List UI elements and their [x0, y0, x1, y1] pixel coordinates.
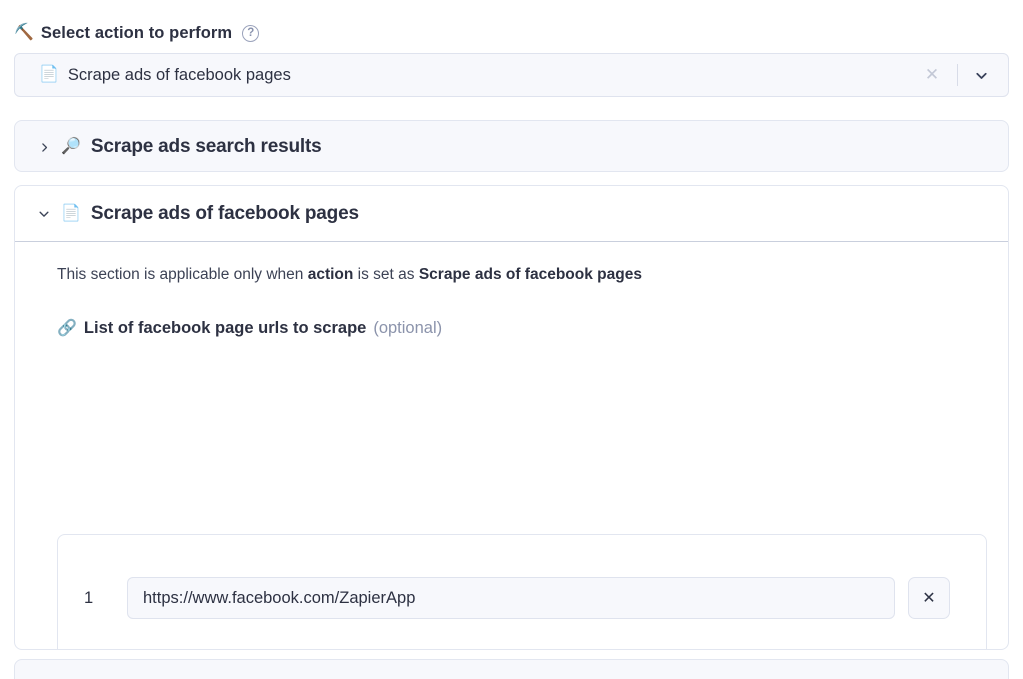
page-title: Select action to perform — [41, 24, 232, 43]
applicable-note: This section is applicable only when act… — [15, 264, 1008, 286]
section-title: Scrape ads of facebook pages — [91, 203, 359, 225]
action-select-controls: ✕ — [917, 64, 1008, 86]
action-select-value[interactable]: 📄 Scrape ads of facebook pages — [15, 66, 917, 85]
document-icon: 📄 — [61, 206, 81, 222]
action-select-value-text: Scrape ads of facebook pages — [68, 66, 291, 85]
list-field-label: List of facebook page urls to scrape — [84, 319, 366, 338]
pick-icon: ⛏️ — [14, 25, 34, 41]
note-bold-value: Scrape ads of facebook pages — [419, 266, 642, 283]
document-icon: 📄 — [39, 67, 59, 83]
action-config-panel: ⛏️ Select action to perform ? 📄 Scrape a… — [0, 0, 1023, 665]
chevron-down-icon[interactable] — [968, 67, 994, 84]
clear-icon[interactable]: ✕ — [917, 65, 947, 85]
note-prefix: This section is applicable only when — [57, 266, 308, 283]
section-scrape-ads-of-facebook-pages: 📄 Scrape ads of facebook pages This sect… — [14, 185, 1009, 650]
divider — [957, 64, 958, 86]
section-title: Scrape ads search results — [91, 136, 322, 158]
optional-badge: (optional) — [373, 319, 442, 338]
remove-row-button-1[interactable]: ✕ — [908, 577, 950, 619]
url-list-card: 1 ✕ 2 ✕ + Add Bulk edit Remove empty fie… — [57, 534, 987, 650]
note-bold-action: action — [308, 266, 354, 283]
section-header-collapsed[interactable]: 🔎 Scrape ads search results — [15, 121, 1008, 173]
next-section-peek[interactable] — [14, 659, 1009, 679]
section-header-expanded[interactable]: 📄 Scrape ads of facebook pages — [15, 186, 1008, 241]
row-index: 1 — [84, 589, 127, 608]
section-body: This section is applicable only when act… — [15, 242, 1008, 340]
note-middle: is set as — [353, 266, 418, 283]
chevron-right-icon[interactable] — [37, 141, 51, 154]
chevron-down-icon[interactable] — [37, 207, 51, 221]
link-icon: 🔗 — [57, 321, 77, 337]
help-icon[interactable]: ? — [242, 25, 259, 42]
list-field-label-row: 🔗 List of facebook page urls to scrape (… — [15, 318, 1008, 340]
url-input-1[interactable] — [127, 577, 895, 619]
select-action-label-row: ⛏️ Select action to perform ? — [0, 0, 1023, 46]
action-select[interactable]: 📄 Scrape ads of facebook pages ✕ — [14, 53, 1009, 97]
magnifier-icon: 🔎 — [61, 139, 81, 155]
list-item: 1 ✕ — [58, 577, 986, 619]
section-scrape-ads-search-results[interactable]: 🔎 Scrape ads search results — [14, 120, 1009, 172]
